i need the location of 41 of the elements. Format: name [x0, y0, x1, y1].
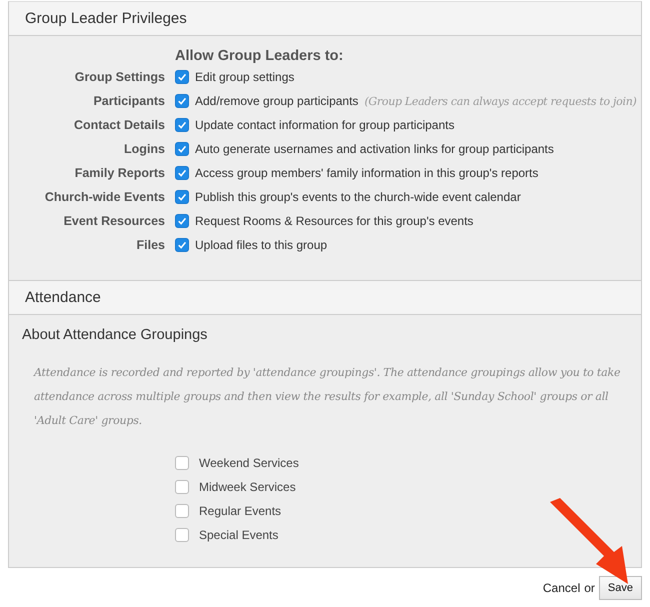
privilege-text: Add/remove group participants [195, 94, 358, 108]
privilege-label: Family Reports [74, 166, 165, 180]
checkbox[interactable] [175, 504, 189, 518]
privilege-label: Group Settings [74, 70, 165, 84]
privileges-heading: Allow Group Leaders to: [175, 48, 344, 64]
privilege-text: Publish this group's events to the church-wide event calendar [195, 190, 521, 204]
subsection-title: About Attendance Groupings [21, 327, 208, 343]
section-title: Group Leader Privileges [25, 10, 187, 27]
grouping-label: Weekend Services [199, 456, 299, 470]
privilege-label: Files [136, 238, 165, 252]
separator-text: or [584, 581, 595, 595]
cancel-link[interactable]: Cancel [542, 581, 580, 595]
save-button[interactable]: Save [598, 576, 642, 600]
privilege-label: Participants [92, 94, 165, 108]
checkbox[interactable] [175, 480, 189, 494]
privilege-label: Contact Details [73, 118, 165, 132]
privilege-text: Auto generate usernames and activation links for group participants [195, 142, 554, 156]
section-title: Attendance [25, 289, 101, 306]
checkbox[interactable] [175, 190, 189, 204]
privilege-text: Request Rooms & Resources for this group's events [195, 214, 474, 228]
grouping-label: Midweek Services [199, 480, 296, 494]
privilege-text: Update contact information for group participants [195, 118, 454, 132]
checkbox[interactable] [175, 238, 189, 252]
checkbox[interactable] [175, 456, 189, 470]
checkbox[interactable] [175, 528, 189, 542]
privilege-text: Upload files to this group [195, 238, 328, 252]
checkbox[interactable] [175, 214, 189, 228]
checkbox[interactable] [175, 142, 189, 156]
grouping-label: Special Events [199, 528, 278, 542]
privilege-label: Church-wide Events [44, 190, 165, 204]
privilege-label: Logins [123, 142, 165, 156]
checkbox[interactable] [175, 94, 189, 108]
hint-text: (Group Leaders can always accept requests to join) [364, 94, 636, 108]
checkbox[interactable] [175, 70, 189, 84]
checkbox[interactable] [175, 118, 189, 132]
privilege-label: Event Resources [62, 214, 165, 228]
privilege-text: Access group members' family information in this group's reports [195, 166, 538, 180]
grouping-label: Regular Events [199, 504, 282, 518]
description-text: Attendance is recorded and reported by 'attendance groupings'. The attendance groupings allow you to take attendance across multiple groups and then view the results for example, all 'Sunday School' groups or all 'Adult Care' groups. [34, 365, 622, 429]
checkbox[interactable] [175, 166, 189, 180]
privilege-text: Edit group settings [195, 70, 294, 84]
